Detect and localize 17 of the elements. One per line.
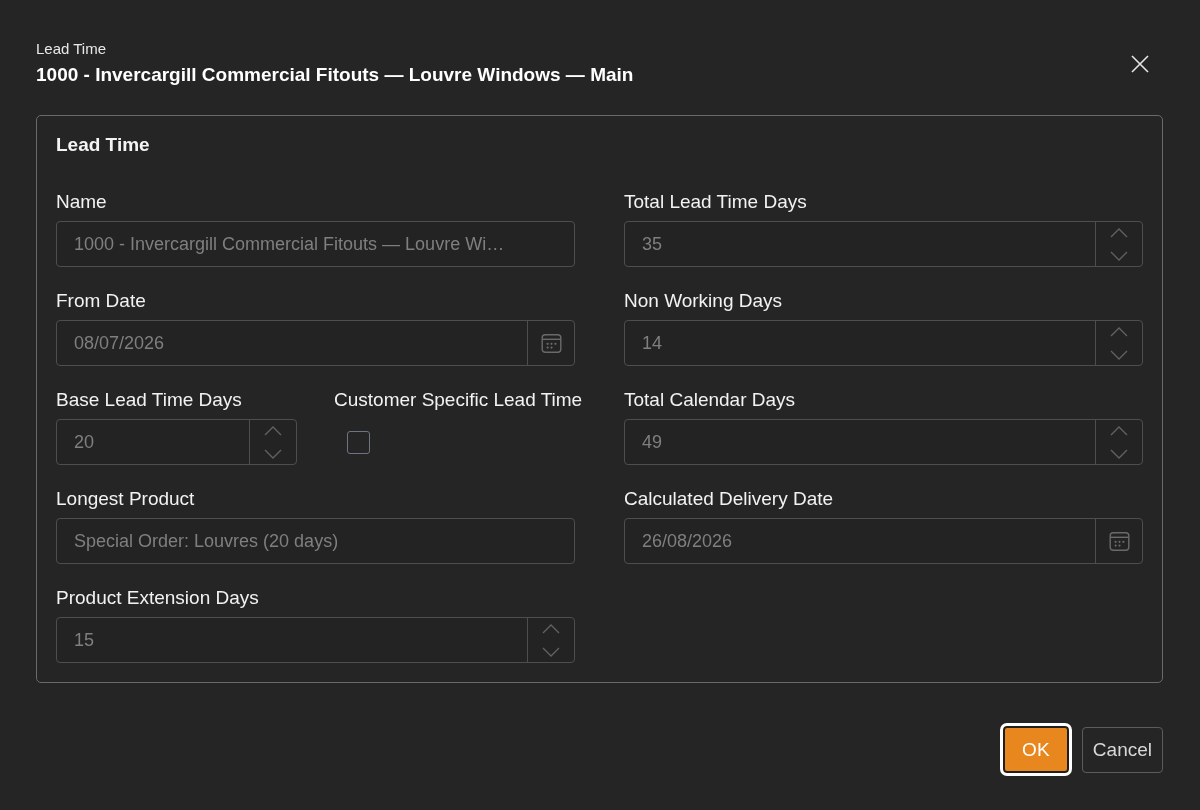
cancel-button[interactable]: Cancel — [1081, 726, 1163, 773]
field-label: Non Working Days — [624, 290, 783, 312]
field-label: Customer Specific Lead Time — [334, 389, 583, 411]
field-label: Calculated Delivery Date — [624, 488, 834, 510]
field-label: Base Lead Time Days — [56, 389, 242, 411]
field-label: From Date — [56, 290, 146, 312]
field-label: Total Calendar Days — [624, 389, 796, 411]
checkbox[interactable] — [347, 430, 370, 454]
field-label: Total Lead Time Days — [624, 191, 807, 213]
ok-button[interactable]: OK — [999, 723, 1072, 776]
field-label: Product Extension Days — [56, 587, 259, 609]
close-icon[interactable] — [1131, 54, 1149, 73]
dialog-caption: Lead Time — [36, 39, 107, 59]
field-label: Longest Product — [56, 488, 195, 510]
group-title: Lead Time — [56, 133, 150, 157]
field-label: Name — [56, 191, 107, 213]
dialog-title: 1000 - Invercargill Commercial Fitouts — Louvre Windows — Main — [36, 63, 634, 87]
